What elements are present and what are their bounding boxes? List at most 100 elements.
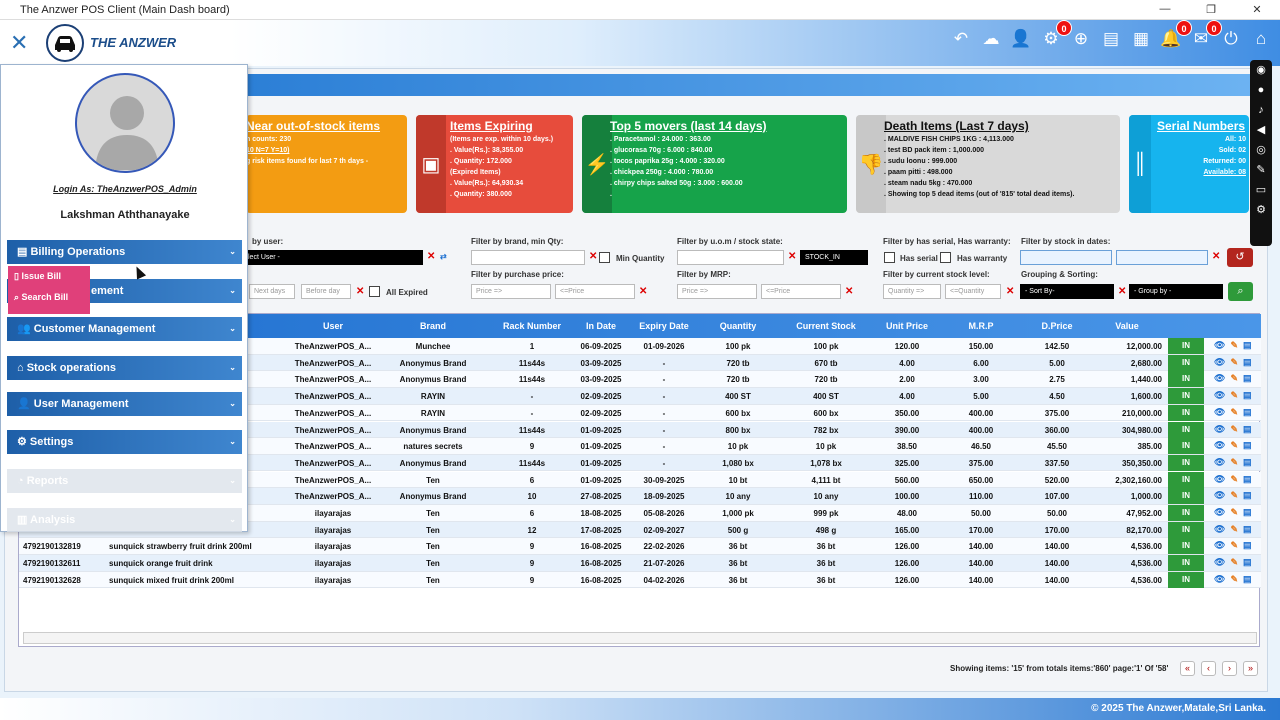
list-icon[interactable]: ▤ (1243, 474, 1257, 484)
sort-by-select[interactable]: - Sort By- (1020, 284, 1114, 299)
edit-icon[interactable]: ✎ (1230, 440, 1243, 450)
edit-icon[interactable]: ✎ (1230, 540, 1243, 550)
mic-icon[interactable]: ♪ (1250, 100, 1272, 120)
eye-icon[interactable]: 👁 (1214, 557, 1230, 567)
clear-uom-icon[interactable]: ✕ (788, 251, 796, 262)
eye-icon[interactable]: 👁 (1214, 524, 1230, 534)
has-warranty-checkbox[interactable] (940, 252, 951, 263)
webcam-icon[interactable]: ◎ (1250, 140, 1272, 160)
submenu-search-bill[interactable]: ⌕ Search Bill (8, 287, 90, 308)
list-icon[interactable]: ▤ (1243, 357, 1257, 367)
menu-settings[interactable]: ⚙ Settings ⌄ (7, 430, 242, 454)
user-select[interactable]: lect User - (243, 250, 423, 265)
horizontal-scrollbar[interactable] (23, 632, 1257, 644)
camera-icon[interactable]: ◉ (1250, 60, 1272, 80)
edit-icon[interactable]: ✎ (1230, 557, 1243, 567)
col-current-stock[interactable]: Current Stock (796, 321, 856, 331)
list-icon[interactable]: ▤ (1243, 457, 1257, 467)
list-icon[interactable]: ▤ (1243, 540, 1257, 550)
edit-icon[interactable]: ✎ (1230, 390, 1243, 400)
near-out-of-stock-card[interactable]: Near out-of-stock items n counts: 230 10… (246, 115, 407, 213)
table-row[interactable]: 4792190132628 sunquick mixed fruit drink … (19, 571, 1261, 589)
bell-icon[interactable]: 🔔 0 (1160, 20, 1192, 50)
list-icon[interactable]: ▤ (1243, 574, 1257, 584)
edit-icon[interactable]: ✎ (1230, 507, 1243, 517)
has-serial-checkbox[interactable] (884, 252, 895, 263)
list-icon[interactable]: ▤ (1243, 424, 1257, 434)
col-brand[interactable]: Brand (420, 321, 446, 331)
stock-level-max-input[interactable]: <=Quantity (945, 284, 1001, 299)
clear-user-icon[interactable]: ✕ (427, 251, 435, 262)
eye-icon[interactable]: 👁 (1214, 373, 1230, 383)
cloud-upload-icon[interactable]: ☁ (980, 28, 1002, 50)
clear-sort-icon[interactable]: ✕ (1118, 286, 1126, 297)
all-expired-checkbox[interactable] (369, 286, 380, 297)
purchase-price-min-input[interactable]: Price => (471, 284, 551, 299)
edit-icon[interactable]: ✎ (1230, 574, 1243, 584)
before-day-input[interactable]: Before day (301, 284, 351, 299)
purchase-price-max-input[interactable]: <=Price (555, 284, 635, 299)
maximize-button[interactable]: ❐ (1188, 3, 1234, 16)
list-icon[interactable]: ▤ (1243, 340, 1257, 350)
edit-icon[interactable]: ✎ (1230, 357, 1243, 367)
clear-purchase-icon[interactable]: ✕ (639, 286, 647, 297)
clear-dates-icon[interactable]: ✕ (1212, 251, 1220, 262)
date-from-input[interactable] (1020, 250, 1112, 265)
sync-icon[interactable]: ⇄ (440, 252, 447, 261)
clear-brand-icon[interactable]: ✕ (589, 251, 597, 262)
home-icon[interactable]: ⌂ (1250, 28, 1272, 50)
items-expiring-card[interactable]: ▣ Items Expiring (Items are exp. within … (416, 115, 573, 213)
menu-user-management[interactable]: 👤 User Management ⌄ (7, 392, 242, 416)
minimize-button[interactable]: — (1142, 3, 1188, 16)
list-icon[interactable]: ▤ (1243, 524, 1257, 534)
serial-numbers-card[interactable]: ║ Serial Numbers All: 10 Sold: 02 Return… (1129, 115, 1249, 213)
eye-icon[interactable]: 👁 (1214, 407, 1230, 417)
eye-icon[interactable]: 👁 (1214, 507, 1230, 517)
brand-select[interactable] (471, 250, 585, 265)
close-menu-icon[interactable]: ✕ (10, 31, 30, 55)
edit-icon[interactable]: ✎ (1230, 474, 1243, 484)
eye-icon[interactable]: 👁 (1214, 340, 1230, 350)
edit-icon[interactable]: ✎ (1230, 340, 1243, 350)
gear-icon[interactable]: ⚙ 0 (1040, 20, 1072, 50)
edit-icon[interactable]: ✎ (1230, 407, 1243, 417)
uom-select[interactable] (677, 250, 784, 265)
next-page-button[interactable]: › (1222, 661, 1237, 676)
calculator-icon[interactable]: ▦ (1130, 28, 1152, 50)
window-icon[interactable]: ▭ (1250, 180, 1272, 200)
menu-stock-operations[interactable]: ⌂ Stock operations ⌄ (7, 356, 242, 380)
death-items-card[interactable]: 👎 Death Items (Last 7 days) . MALDIVE FI… (856, 115, 1120, 213)
date-to-input[interactable] (1116, 250, 1208, 265)
eye-icon[interactable]: 👁 (1214, 540, 1230, 550)
edit-icon[interactable]: ✎ (1230, 373, 1243, 383)
eye-icon[interactable]: 👁 (1214, 474, 1230, 484)
prev-page-button[interactable]: ‹ (1201, 661, 1216, 676)
list-icon[interactable]: ▤ (1243, 507, 1257, 517)
mrp-min-input[interactable]: Price => (677, 284, 757, 299)
list-icon[interactable]: ▤ (1243, 407, 1257, 417)
power-icon[interactable]: ⏻ (1220, 28, 1242, 50)
clear-level-icon[interactable]: ✕ (1006, 286, 1014, 297)
eye-icon[interactable]: 👁 (1214, 490, 1230, 500)
list-icon[interactable]: ▤ (1243, 373, 1257, 383)
table-row[interactable]: 4792190132819 sunquick strawberry fruit d… (19, 538, 1261, 555)
close-window-button[interactable]: ✕ (1234, 3, 1280, 16)
mrp-max-input[interactable]: <=Price (761, 284, 841, 299)
card-icon[interactable]: ▤ (1100, 28, 1122, 50)
col-unit-price[interactable]: Unit Price (886, 321, 928, 331)
last-page-button[interactable]: » (1243, 661, 1258, 676)
top-movers-card[interactable]: ⚡ Top 5 movers (last 14 days) . Paraceta… (582, 115, 847, 213)
speaker-icon[interactable]: ◀ (1250, 120, 1272, 140)
search-button[interactable]: ⌕ (1228, 282, 1253, 301)
edit-icon[interactable]: ✎ (1230, 490, 1243, 500)
clear-days-icon[interactable]: ✕ (356, 286, 364, 297)
list-icon[interactable]: ▤ (1243, 557, 1257, 567)
next-days-input[interactable]: Next days (249, 284, 295, 299)
add-user-icon[interactable]: 👤 (1010, 28, 1032, 50)
reset-button[interactable]: ↺ (1227, 248, 1253, 267)
clear-mrp-icon[interactable]: ✕ (845, 286, 853, 297)
col-dprice[interactable]: D.Price (1041, 321, 1072, 331)
menu-billing-operations[interactable]: ▤ Billing Operations ⌄ (7, 240, 242, 264)
eye-icon[interactable]: 👁 (1214, 440, 1230, 450)
edit-icon[interactable]: ✎ (1230, 457, 1243, 467)
